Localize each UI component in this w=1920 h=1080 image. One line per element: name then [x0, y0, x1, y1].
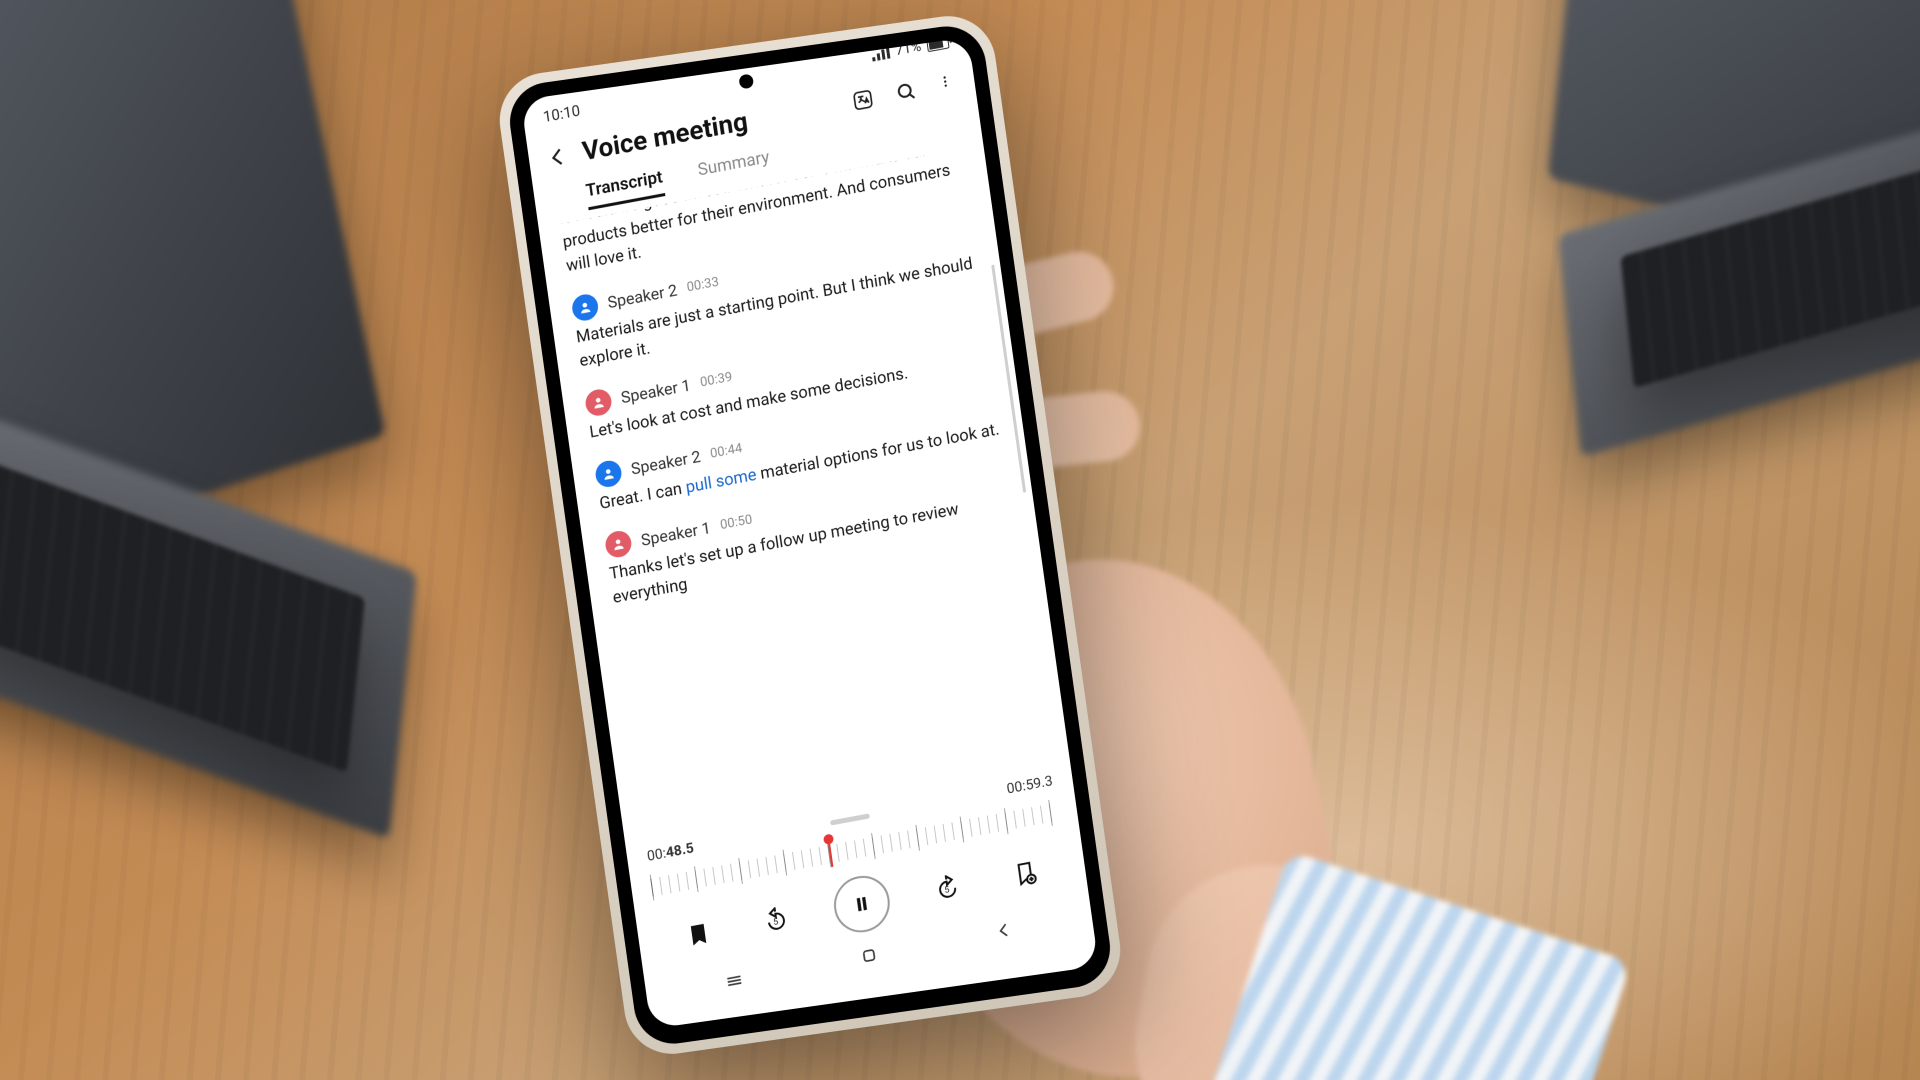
speaker-name: Speaker 2 [606, 281, 678, 313]
phone-bezel: 10:10 71% Voice meetin [505, 21, 1115, 1048]
svg-text:5: 5 [773, 917, 779, 928]
phone: 10:10 71% Voice meetin [494, 10, 1127, 1060]
tab-transcript[interactable]: Transcript [585, 167, 666, 210]
entry-timestamp: 00:50 [719, 512, 753, 533]
tab-summary[interactable]: Summary [697, 147, 772, 189]
photo-background: 10:10 71% Voice meetin [0, 0, 1920, 1080]
entry-timestamp: 00:39 [699, 370, 733, 391]
speaker-name: Speaker 2 [630, 447, 702, 479]
phone-frame: 10:10 71% Voice meetin [494, 10, 1127, 1060]
nav-recents[interactable] [723, 969, 746, 996]
speaker-avatar-icon [594, 458, 623, 489]
back-icon[interactable] [546, 144, 571, 170]
more-icon[interactable] [937, 72, 954, 96]
speaker-avatar-icon [584, 387, 613, 418]
battery-icon [926, 37, 949, 52]
bookmark-button[interactable] [675, 910, 722, 959]
nav-home[interactable] [858, 944, 881, 971]
sheet-handle[interactable] [830, 813, 870, 825]
signal-icon [871, 46, 890, 61]
transcript-list[interactable]: It would be good investment for us. It w… [539, 145, 1071, 847]
speaker-avatar-icon [604, 529, 633, 560]
time-total: 00:59.3 [1006, 773, 1054, 797]
time-current-prefix: 00: [646, 845, 667, 864]
speaker-name: Speaker 1 [620, 376, 692, 408]
phone-screen: 10:10 71% Voice meetin [521, 37, 1099, 1029]
rewind-5-button[interactable]: 5 [753, 895, 800, 944]
speaker-name: Speaker 1 [640, 518, 712, 550]
time-current: 00:48.5 [646, 840, 695, 865]
entry-timestamp: 00:44 [709, 441, 743, 462]
svg-text:5: 5 [943, 885, 949, 896]
translate-icon[interactable] [851, 87, 876, 113]
pause-button[interactable] [830, 871, 893, 937]
status-right: 71% [871, 37, 950, 63]
speaker-avatar-icon [571, 292, 600, 323]
add-bookmark-button[interactable] [1002, 849, 1049, 898]
search-icon[interactable] [894, 79, 919, 105]
forward-5-button[interactable]: 5 [923, 864, 970, 913]
nav-back[interactable] [993, 919, 1016, 946]
time-current-value: 48.5 [665, 840, 695, 861]
entry-timestamp: 00:33 [686, 275, 720, 296]
battery-pct: 71% [894, 39, 922, 60]
status-time: 10:10 [542, 101, 581, 126]
